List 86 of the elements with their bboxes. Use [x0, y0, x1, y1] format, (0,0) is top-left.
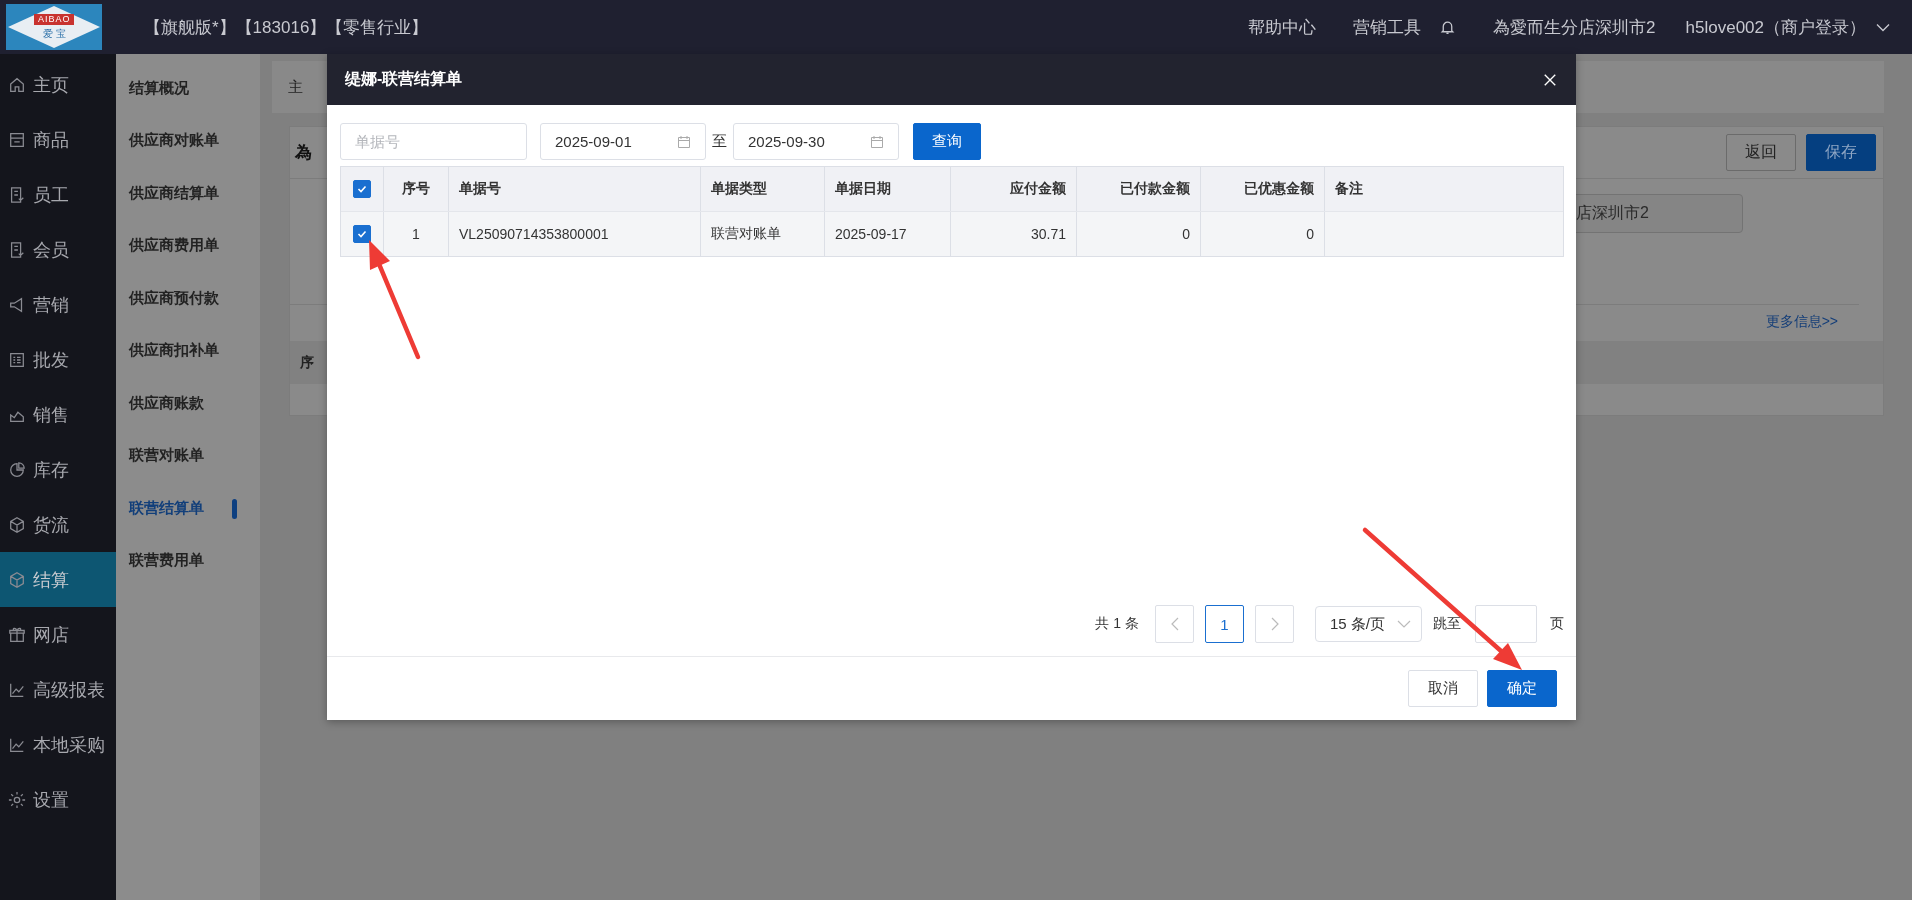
chevron-down-icon: [1397, 620, 1411, 628]
sidebar-item[interactable]: 货流: [0, 497, 116, 552]
submenu-item[interactable]: 结算概况: [116, 62, 260, 115]
chevron-down-icon[interactable]: [1876, 22, 1890, 32]
dialog-button[interactable]: 确定: [1487, 670, 1557, 707]
table-cell: 2025-09-17: [835, 226, 907, 242]
dialog-button[interactable]: 取消: [1408, 670, 1478, 707]
calendar-icon: [677, 134, 691, 149]
menu-icon: [8, 130, 26, 149]
user-menu[interactable]: h5love002（商户登录）: [1685, 15, 1866, 39]
column-header: 单据号: [459, 180, 501, 198]
checkbox[interactable]: [353, 225, 371, 243]
sidebar-item[interactable]: 库存: [0, 442, 116, 497]
menu-icon: [8, 350, 26, 369]
page-unit-label: 页: [1550, 615, 1564, 633]
menu-icon: [8, 570, 26, 589]
sidebar-item[interactable]: 员工: [0, 167, 116, 222]
submenu-item[interactable]: 供应商扣补单: [116, 324, 260, 377]
sidebar-item[interactable]: 主页: [0, 57, 116, 112]
menu-icon: [8, 185, 26, 204]
column-header: 应付金额: [1010, 180, 1066, 198]
sidebar-item[interactable]: 本地采购: [0, 717, 116, 772]
chevron-left-icon: [1170, 617, 1179, 631]
submenu-item[interactable]: 供应商预付款: [116, 272, 260, 325]
logo-text: AIBAO: [38, 14, 71, 25]
column-header: 序: [300, 353, 314, 372]
chevron-right-icon: [1270, 617, 1279, 631]
close-icon[interactable]: [1543, 72, 1557, 87]
sidebar-item[interactable]: 设置: [0, 772, 116, 827]
menu-icon: [8, 240, 26, 259]
page-button[interactable]: 保存: [1806, 134, 1876, 171]
checkbox[interactable]: [353, 180, 371, 198]
submenu-item[interactable]: 供应商账款: [116, 377, 260, 430]
sidebar-item[interactable]: 网店: [0, 607, 116, 662]
calendar-icon: [870, 134, 884, 149]
table-cell: 1: [412, 226, 420, 242]
sidebar-item[interactable]: 销售: [0, 387, 116, 442]
dialog-title: 缇娜-联营结算单: [345, 69, 464, 89]
jump-label: 跳至: [1433, 615, 1461, 633]
page-button[interactable]: 返回: [1726, 134, 1796, 171]
menu-icon: [8, 460, 26, 479]
sidebar-item[interactable]: 会员: [0, 222, 116, 277]
column-header: 单据日期: [835, 180, 891, 198]
edition-label: 【旗舰版*】【183016】【零售行业】: [144, 16, 429, 39]
table-cell: 0: [1182, 226, 1190, 242]
page-button[interactable]: 1: [1205, 605, 1244, 643]
range-separator: 至: [712, 132, 727, 151]
logo-subtext: 爱 宝: [43, 28, 66, 40]
column-header: 序号: [402, 180, 430, 198]
sidebar-item[interactable]: 商品: [0, 112, 116, 167]
page-number-field[interactable]: [1475, 605, 1537, 643]
menu-icon: [8, 790, 26, 809]
table-cell: 30.71: [1030, 226, 1066, 242]
query-button[interactable]: 查询: [913, 123, 981, 160]
menu-icon: [8, 75, 26, 94]
submenu-item[interactable]: 供应商结算单: [116, 167, 260, 220]
store-name[interactable]: 為愛而生分店深圳市2: [1493, 15, 1656, 39]
check-icon: [356, 228, 368, 240]
table-cell: 联营对账单: [711, 225, 781, 243]
column-header: 已付款金额: [1120, 180, 1190, 198]
total-count: 共 1 条: [1095, 615, 1139, 633]
date-field[interactable]: 2025-09-30: [733, 123, 899, 160]
submenu-item[interactable]: 联营费用单: [116, 534, 260, 587]
top-link[interactable]: 帮助中心: [1248, 15, 1317, 39]
column-header: 单据类型: [711, 180, 767, 198]
menu-icon: [8, 625, 26, 644]
submenu-item[interactable]: 联营对账单: [116, 429, 260, 482]
active-indicator: [232, 499, 237, 519]
submenu-item[interactable]: 供应商费用单: [116, 219, 260, 272]
column-header: 已优惠金额: [1244, 180, 1314, 198]
top-link[interactable]: 营销工具: [1353, 15, 1422, 39]
sidebar-item[interactable]: 高级报表: [0, 662, 116, 717]
page-size-select[interactable]: 15 条/页: [1315, 606, 1422, 642]
bill-number-field[interactable]: 单据号: [340, 123, 527, 160]
check-icon: [356, 183, 368, 195]
sidebar-item[interactable]: 营销: [0, 277, 116, 332]
table-cell: VL25090714353800001: [459, 226, 609, 242]
column-header: 备注: [1335, 180, 1363, 198]
submenu-item[interactable]: 供应商对账单: [116, 114, 260, 167]
table-cell: 0: [1306, 226, 1314, 242]
menu-icon: [8, 515, 26, 534]
sidebar-item[interactable]: 结算: [0, 552, 116, 607]
breadcrumb-item[interactable]: 主: [288, 77, 303, 97]
card-title: 為: [295, 142, 312, 164]
sidebar-item[interactable]: 批发: [0, 332, 116, 387]
date-field[interactable]: 2025-09-01: [540, 123, 706, 160]
